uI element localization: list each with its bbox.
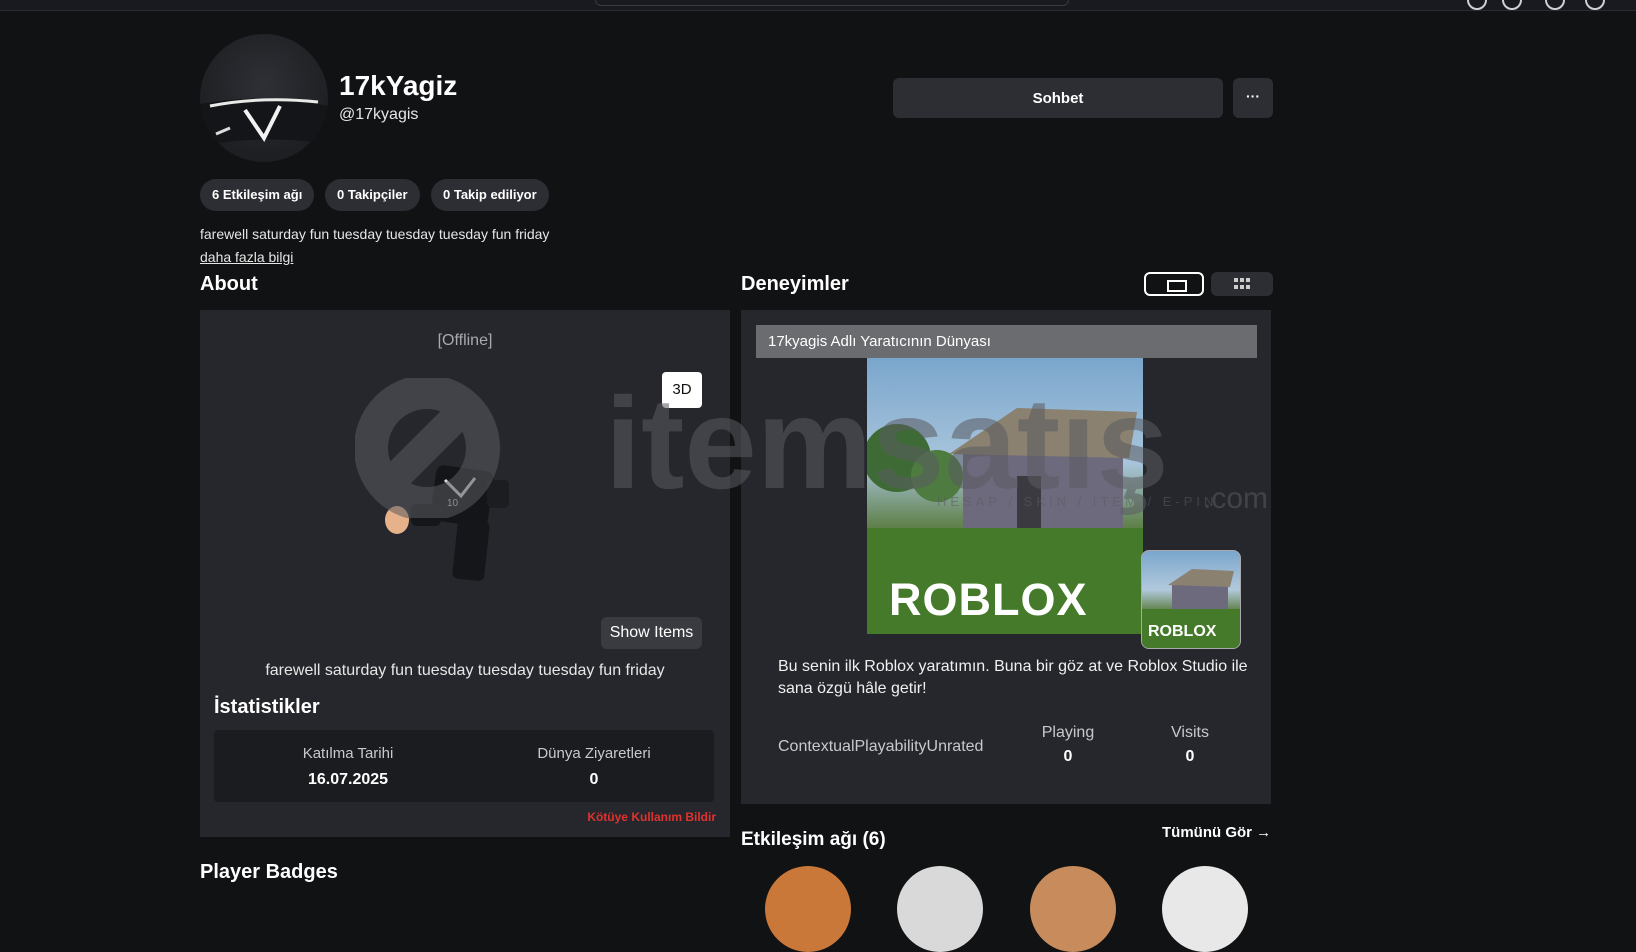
connection-avatar[interactable] [1162,866,1248,952]
top-navigation-bar [0,0,1636,11]
connection-avatar[interactable] [765,866,851,952]
player-badges-heading: Player Badges [200,861,338,883]
search-input[interactable] [595,0,1069,6]
place-visits-value: 0 [589,771,599,788]
place-visits-label: Dünya Ziyaretleri [537,745,651,762]
slideshow-icon [1167,280,1187,292]
toggle-3d-button[interactable]: 3D [662,372,702,408]
account-icon[interactable] [1585,0,1605,10]
connection-avatar[interactable] [897,866,983,952]
settings-icon[interactable] [1545,0,1565,10]
roblox-logo-small: ROBLOX [1148,623,1217,640]
statistics-heading: İstatistikler [214,696,320,718]
slideshow-view-toggle[interactable] [1144,272,1204,296]
presence-status: [Offline] [437,332,493,349]
show-items-button[interactable]: Show Items [601,617,702,649]
experience-title-banner[interactable]: 17kyagis Adlı Yaratıcının Dünyası [756,325,1257,358]
notification-icon[interactable] [1467,0,1487,10]
following-count-pill[interactable]: 0 Takip ediliyor [431,179,549,211]
playing-value: 0 [1063,748,1073,765]
username: @17kyagis [339,106,419,123]
chat-button[interactable]: Sohbet [893,78,1223,118]
playability-status: ContextualPlayabilityUnrated [778,738,984,755]
report-abuse-link[interactable]: Kötüye Kullanım Bildir [587,810,716,824]
about-heading: About [200,273,258,295]
visits-value: 0 [1185,748,1195,765]
connection-avatar[interactable] [1030,866,1116,952]
grid-icon [1234,278,1250,289]
playing-label: Playing [1041,724,1095,741]
avatar-3d-model[interactable]: 10 [375,450,535,610]
about-panel: [Offline] 3D 10 Show Items farewell satu… [200,310,730,837]
see-all-link[interactable]: Tümünü Gör → [1162,824,1271,841]
read-more-link[interactable]: daha fazla bilgi [200,249,293,265]
avatar [200,34,328,162]
experience-icon[interactable]: ROBLOX [1141,550,1241,649]
experience-thumbnail[interactable]: ROBLOX [867,358,1143,634]
about-description: farewell saturday fun tuesday tuesday tu… [265,662,665,679]
experience-description: Bu senin ilk Roblox yaratımın. Buna bir … [778,658,1248,697]
join-date-label: Katılma Tarihi [302,745,394,762]
experience-card[interactable]: 17kyagis Adlı Yaratıcının Dünyası ROBLOX… [741,310,1271,804]
display-name: 17kYagiz [339,70,458,101]
followers-count-pill[interactable]: 0 Takipçiler [325,179,420,211]
join-date-value: 16.07.2025 [307,771,389,788]
experiences-heading: Deneyimler [741,273,849,295]
grid-view-toggle[interactable] [1211,272,1273,296]
svg-text:10: 10 [447,498,459,509]
connections-heading: Etkileşim ağı (6) [741,829,886,850]
statistics-box: Katılma Tarihi 16.07.2025 Dünya Ziyaretl… [214,730,714,802]
robux-icon[interactable] [1502,0,1522,10]
more-options-button[interactable]: ··· [1233,78,1273,118]
roblox-logo: ROBLOX [889,574,1088,625]
visits-label: Visits [1171,724,1209,741]
connections-count-pill[interactable]: 6 Etkileşim ağı [200,179,315,211]
profile-description: farewell saturday fun tuesday tuesday tu… [200,226,550,242]
